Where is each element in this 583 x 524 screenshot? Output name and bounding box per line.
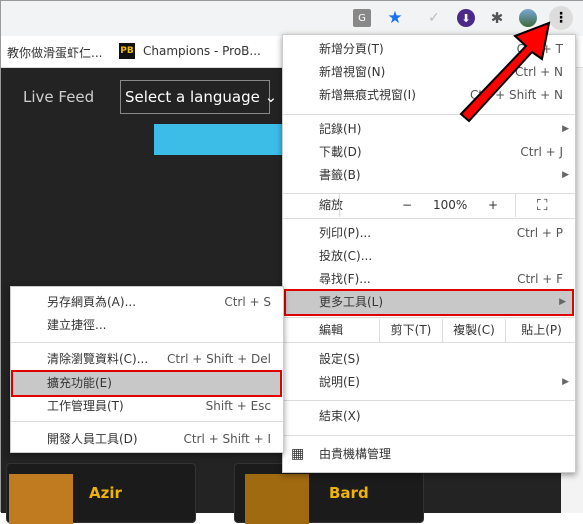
red-arrow-annotation: [459, 21, 551, 123]
